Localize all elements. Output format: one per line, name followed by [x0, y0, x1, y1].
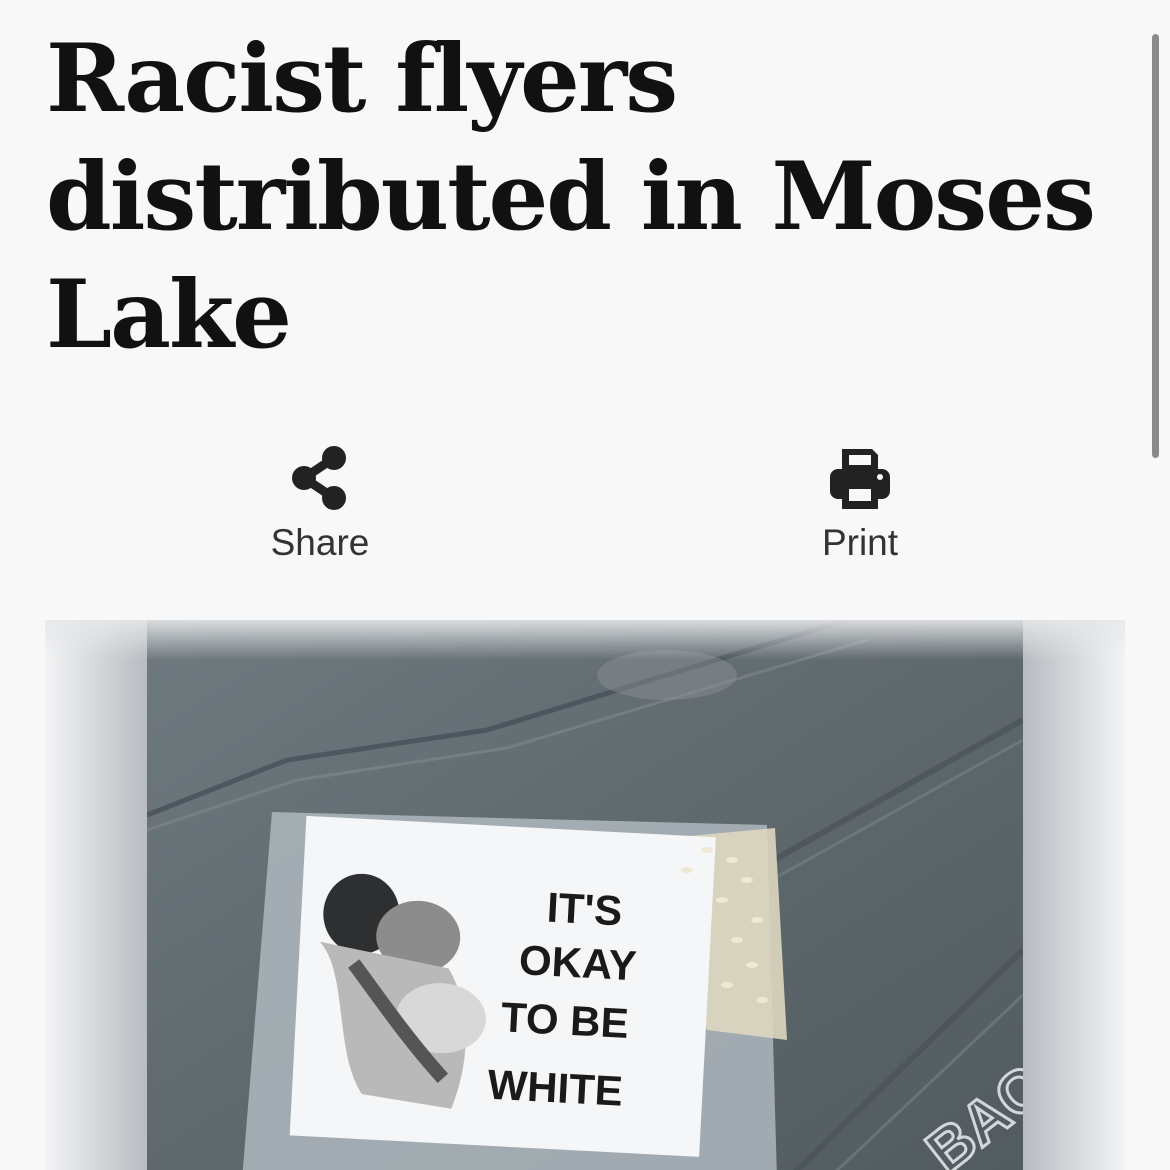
share-label: Share — [270, 522, 370, 563]
photo-right-fade — [1023, 620, 1125, 1170]
flyer-card: IT'S OKAY TO BE WHITE — [289, 815, 716, 1157]
flyer-line-3: TO BE — [500, 993, 630, 1047]
share-icon — [292, 446, 346, 510]
flyer-line-2: OKAY — [518, 936, 638, 989]
scrollbar[interactable] — [1152, 34, 1159, 458]
flyer-photo: IT'S OKAY TO BE WHITE BAC — [147, 620, 1023, 1170]
flyer-line-4: WHITE — [486, 1061, 624, 1115]
photo-left-fade — [45, 620, 147, 1170]
print-label: Print — [821, 522, 899, 563]
article-page: Racist flyers distributed in Moses Lake … — [0, 0, 1170, 1170]
print-button[interactable]: Print — [780, 445, 940, 575]
share-button[interactable]: Share — [240, 445, 400, 575]
printer-icon — [830, 449, 890, 509]
flyer-line-1: IT'S — [546, 884, 624, 935]
photo-top-fade — [45, 620, 1125, 660]
article-photo: IT'S OKAY TO BE WHITE BAC — [45, 620, 1125, 1170]
article-headline: Racist flyers distributed in Moses Lake — [46, 24, 1096, 370]
